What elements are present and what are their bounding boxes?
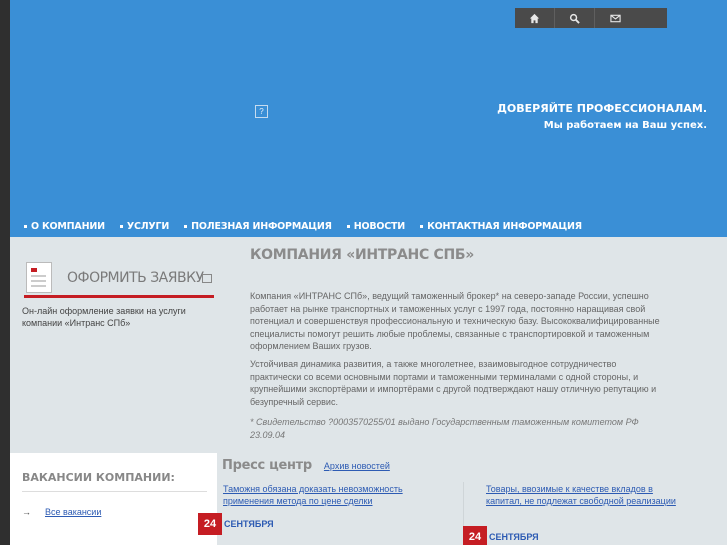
vacancies-panel: ВАКАНСИИ КОМПАНИИ: → Все вакансии bbox=[10, 453, 217, 545]
bullet-icon bbox=[184, 225, 188, 228]
bullet-icon bbox=[346, 225, 350, 228]
document-line bbox=[31, 280, 46, 282]
slogan: ДОВЕРЯЙТЕ ПРОФЕССИОНАЛАМ. Мы работаем на… bbox=[497, 100, 707, 134]
vacancies-heading: ВАКАНСИИ КОМПАНИИ: bbox=[22, 471, 175, 484]
document-line bbox=[31, 275, 46, 277]
home-icon bbox=[529, 13, 540, 23]
search-button[interactable] bbox=[555, 8, 595, 28]
slogan-line-2: Мы работаем на Ваш успех. bbox=[543, 120, 707, 131]
press-center-header: Пресс центр Архив новостей bbox=[222, 458, 390, 473]
nav-item-news[interactable]: НОВОСТИ bbox=[346, 221, 406, 232]
nav-item-label: УСЛУГИ bbox=[126, 221, 170, 232]
growth-paragraph: Устойчивая динамика развития, а также мн… bbox=[250, 359, 657, 407]
bullet-icon bbox=[420, 225, 424, 228]
external-link-icon bbox=[202, 274, 212, 283]
intro-paragraph: Компания «ИНТРАНС СПб», ведущий таможенн… bbox=[250, 291, 660, 351]
order-request-title: ОФОРМИТЬ ЗАЯВКУ bbox=[67, 270, 204, 286]
bullet-icon bbox=[119, 225, 123, 228]
mail-icon bbox=[609, 14, 621, 22]
news-item-link[interactable]: Товары, ввозимые к качестве вкладов в ка… bbox=[486, 483, 686, 507]
news-date: 24 СЕНТЯБРЯ bbox=[463, 526, 539, 545]
document-mark bbox=[31, 268, 37, 272]
nav-item-services[interactable]: УСЛУГИ bbox=[119, 221, 170, 232]
home-button[interactable] bbox=[515, 8, 555, 28]
header-banner: ? ДОВЕРЯЙТЕ ПРОФЕССИОНАЛАМ. Мы работаем … bbox=[10, 0, 727, 237]
mail-button[interactable] bbox=[595, 8, 635, 28]
arrow-icon: → bbox=[22, 507, 31, 517]
nav-item-label: НОВОСТИ bbox=[353, 221, 406, 232]
bullet-icon bbox=[24, 225, 27, 228]
document-line bbox=[31, 285, 46, 287]
news-date-day: 24 bbox=[463, 526, 487, 545]
order-request-description: Он-лайн оформление заявки на услуги комп… bbox=[22, 306, 186, 328]
divider bbox=[22, 491, 207, 492]
certificate-footnote: * Свидетельство ?0003570255/01 выдано Го… bbox=[250, 417, 639, 440]
order-request-button[interactable]: ОФОРМИТЬ ЗАЯВКУ bbox=[24, 262, 214, 298]
search-icon bbox=[569, 13, 580, 24]
nav-item-company[interactable]: О КОМПАНИИ bbox=[24, 221, 105, 232]
document-icon bbox=[26, 262, 52, 293]
page-title: КОМПАНИЯ «ИНТРАНС СПБ» bbox=[250, 247, 475, 263]
all-vacancies-link[interactable]: Все вакансии bbox=[45, 507, 101, 517]
news-archive-link[interactable]: Архив новостей bbox=[324, 461, 390, 471]
news-date-month: СЕНТЯБРЯ bbox=[489, 532, 539, 542]
nav-item-contacts[interactable]: КОНТАКТНАЯ ИНФОРМАЦИЯ bbox=[420, 221, 582, 232]
broken-image-icon: ? bbox=[255, 105, 268, 118]
vacancies-link-row: → Все вакансии bbox=[22, 507, 101, 517]
nav-item-label: КОНТАКТНАЯ ИНФОРМАЦИЯ bbox=[427, 221, 582, 232]
nav-item-label: О КОМПАНИИ bbox=[31, 221, 105, 232]
slogan-line-1: ДОВЕРЯЙТЕ ПРОФЕССИОНАЛАМ. bbox=[497, 102, 707, 115]
nav-item-label: ПОЛЕЗНАЯ ИНФОРМАЦИЯ bbox=[191, 221, 332, 232]
page: ? ДОВЕРЯЙТЕ ПРОФЕССИОНАЛАМ. Мы работаем … bbox=[10, 0, 727, 545]
nav-item-useful-info[interactable]: ПОЛЕЗНАЯ ИНФОРМАЦИЯ bbox=[184, 221, 332, 232]
news-item-link[interactable]: Таможня обязана доказать невозможность п… bbox=[223, 483, 455, 507]
press-center-heading: Пресс центр bbox=[222, 458, 312, 473]
main-nav: О КОМПАНИИ УСЛУГИ ПОЛЕЗНАЯ ИНФОРМАЦИЯ НО… bbox=[24, 221, 597, 232]
news-date-day: 24 bbox=[198, 513, 222, 535]
top-toolbar bbox=[515, 8, 667, 28]
news-date-month: СЕНТЯБРЯ bbox=[224, 519, 274, 529]
news-date: 24 СЕНТЯБРЯ bbox=[198, 513, 274, 535]
